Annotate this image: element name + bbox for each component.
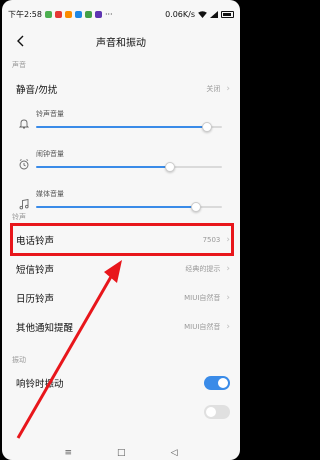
bell-icon (18, 119, 30, 129)
title-bar: 声音和振动 (2, 28, 240, 54)
chevron-right-icon: › (226, 322, 230, 332)
vibrate-row-partial[interactable] (2, 400, 240, 424)
calendar-ringtone-label: 日历铃声 (16, 294, 55, 305)
app-icon (74, 10, 82, 18)
other-notifications-row[interactable]: 其他通知提醒 MIUI自然音 › (2, 315, 240, 339)
status-right: 0.06K/s (165, 10, 234, 19)
alarm-clock-icon (19, 159, 29, 170)
section-ringtone: 铃声 (12, 213, 26, 221)
page-title: 声音和振动 (96, 37, 146, 49)
network-speed: 0.06K/s (165, 9, 195, 19)
dnd-row[interactable]: 静音/勿扰 关闭 › (2, 77, 240, 101)
app-icon (64, 10, 72, 18)
vibrate-toggle[interactable] (204, 405, 230, 419)
settings-screen: 下午2:58 ··· 0.06K/s 声音和振动 声音 静音/勿扰 关闭 › 铃… (2, 0, 240, 460)
slider-thumb[interactable] (191, 202, 201, 212)
slider-track-fill (36, 206, 196, 208)
slider-thumb[interactable] (202, 122, 212, 132)
battery-icon (221, 10, 234, 18)
status-time: 下午2:58 (8, 9, 42, 19)
slider-track-fill (36, 166, 170, 168)
calendar-ringtone-value: MIUI自然音 (184, 294, 221, 302)
slider-label: 媒体音量 (36, 190, 64, 198)
vibrate-on-ring-toggle[interactable] (204, 376, 230, 390)
annotation-highlight-box (10, 223, 234, 256)
vibrate-on-ring-label: 响铃时振动 (16, 379, 64, 390)
message-icon (44, 10, 52, 18)
sms-ringtone-row[interactable]: 短信铃声 经典的提示 › (2, 257, 240, 281)
chevron-right-icon: › (226, 84, 230, 94)
wifi-icon (198, 10, 207, 18)
chevron-right-icon: › (226, 293, 230, 303)
app-icon (54, 10, 62, 18)
app-icon (94, 10, 102, 18)
vibrate-on-ring-row[interactable]: 响铃时振动 (2, 371, 240, 395)
chevron-right-icon: › (226, 264, 230, 274)
calendar-ringtone-row[interactable]: 日历铃声 MIUI自然音 › (2, 286, 240, 310)
slider-label: 闹钟音量 (36, 150, 64, 158)
alarm-volume-slider[interactable]: 闹钟音量 (2, 148, 240, 184)
back-button[interactable] (12, 32, 30, 50)
music-note-icon (19, 198, 29, 210)
back-nav-icon[interactable]: ◁ (171, 448, 178, 458)
home-icon[interactable]: □ (117, 448, 126, 458)
more-notifications-icon: ··· (104, 9, 113, 19)
section-vibration: 振动 (12, 356, 26, 364)
status-left: 下午2:58 ··· (8, 9, 113, 20)
sms-ringtone-label: 短信铃声 (16, 265, 55, 276)
dnd-label: 静音/勿扰 (16, 85, 58, 96)
slider-label: 铃声音量 (36, 110, 64, 118)
media-volume-slider[interactable]: 媒体音量 (2, 188, 240, 224)
section-sound: 声音 (12, 61, 26, 69)
chevron-left-icon (17, 35, 24, 47)
slider-track-rest (170, 166, 222, 168)
app-icon (84, 10, 92, 18)
other-notifications-label: 其他通知提醒 (16, 323, 74, 334)
sms-ringtone-value: 经典的提示 (185, 265, 221, 273)
navigation-bar: ≡ □ ◁ (2, 446, 240, 460)
ring-volume-slider[interactable]: 铃声音量 (2, 108, 240, 144)
slider-track-fill (36, 126, 207, 128)
slider-thumb[interactable] (165, 162, 175, 172)
menu-icon[interactable]: ≡ (65, 448, 73, 458)
other-notifications-value: MIUI自然音 (184, 323, 221, 331)
dnd-value: 关闭 (206, 85, 221, 93)
signal-icon (210, 10, 218, 18)
status-bar: 下午2:58 ··· 0.06K/s (2, 0, 240, 28)
